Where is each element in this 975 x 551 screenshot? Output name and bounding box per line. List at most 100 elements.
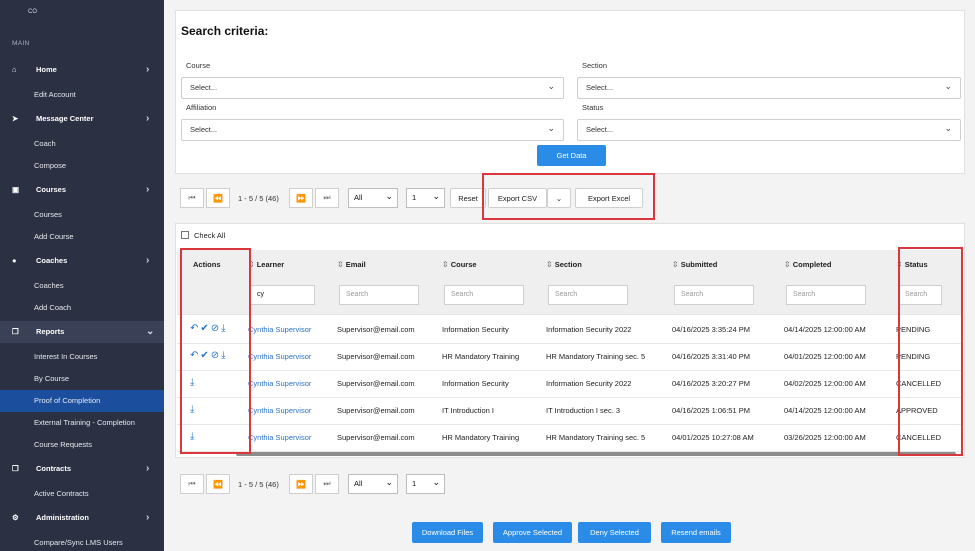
records-filter-select-bottom[interactable]: All ⌄ (348, 474, 398, 494)
cell-learner[interactable]: Cynthia Supervisor (248, 406, 311, 415)
sidebar-item-edit-account[interactable]: Edit Account (0, 84, 164, 106)
column-header-section[interactable]: ⇳ Section (546, 260, 582, 269)
cell-course: Information Security (442, 325, 509, 334)
chevron-right-icon: › (146, 113, 150, 124)
results-card: Check All Actions ⇳ Learner cy ⇳ Email Search ⇳… (175, 223, 965, 458)
brand-logo: CO (28, 9, 37, 15)
chevron-right-icon: › (146, 255, 150, 266)
page-select-bottom[interactable]: 1 ⌄ (406, 474, 445, 494)
sidebar-item-compose[interactable]: Compose (0, 155, 164, 177)
chevron-down-icon: ⌄ (432, 477, 440, 487)
deny-selected-button[interactable]: Deny Selected (578, 522, 651, 543)
column-header-course[interactable]: ⇳ Course (442, 260, 477, 269)
next-page-button-bottom[interactable]: ⏩ (289, 474, 313, 494)
sidebar-item-label: Coach (34, 139, 56, 148)
sidebar-item-add-course[interactable]: Add Course (0, 226, 164, 248)
sidebar: CO MAIN ⌂ Home › Edit Account ➤ Message Cente… (0, 0, 164, 551)
get-data-button[interactable]: Get Data (537, 145, 606, 166)
chevron-down-icon: ⌄ (555, 193, 563, 203)
status-select[interactable]: Select... ⌄ (577, 119, 961, 141)
pager-info: 1 - 5 / 5 (46) (238, 194, 279, 203)
chevron-down-icon: ⌄ (432, 191, 440, 201)
sidebar-item-interest-in-courses[interactable]: Interest In Courses (0, 346, 164, 368)
course-select[interactable]: Select... ⌄ (181, 77, 564, 99)
column-header-completed[interactable]: ⇳ Completed (784, 260, 831, 269)
cell-learner[interactable]: Cynthia Supervisor (248, 433, 311, 442)
sidebar-item-label: Add Course (34, 232, 74, 241)
column-header-learner[interactable]: ⇳ Learner (248, 260, 284, 269)
sidebar-section-administration[interactable]: ⚙ Administration › (0, 507, 164, 529)
sidebar-item-active-contracts[interactable]: Active Contracts (0, 483, 164, 505)
resend-emails-button[interactable]: Resend emails (661, 522, 731, 543)
cell-submitted: 04/01/2025 10:27:08 AM (672, 433, 754, 442)
cell-email: Supervisor@email.com (337, 352, 415, 361)
section-select[interactable]: Select... ⌄ (577, 77, 961, 99)
sort-icon: ⇳ (337, 260, 344, 269)
pager-info-bottom: 1 - 5 / 5 (46) (238, 480, 279, 489)
sidebar-item-label: External Training - Completion (34, 418, 135, 427)
export-csv-button[interactable]: Export CSV (488, 188, 547, 208)
sidebar-item-label: Proof of Completion (34, 396, 101, 405)
home-icon: ⌂ (12, 65, 17, 74)
cell-email: Supervisor@email.com (337, 433, 415, 442)
cell-completed: 04/02/2025 12:00:00 AM (784, 379, 866, 388)
next-page-button[interactable]: ⏩ (289, 188, 313, 208)
sidebar-item-compare-sync-lms-users[interactable]: Compare/Sync LMS Users (0, 532, 164, 551)
last-page-button[interactable]: ⏭ (315, 188, 339, 208)
export-excel-button[interactable]: Export Excel (575, 188, 643, 208)
search-input-email[interactable]: Search (339, 285, 419, 305)
status-label: Status (582, 103, 604, 112)
affiliation-select[interactable]: Select... ⌄ (181, 119, 564, 141)
search-input-section[interactable]: Search (548, 285, 628, 305)
sidebar-section-courses[interactable]: ▣ Courses › (0, 179, 164, 201)
sidebar-item-course-requests[interactable]: Course Requests (0, 434, 164, 456)
sidebar-item-by-course[interactable]: By Course (0, 368, 164, 390)
sort-icon: ⇳ (672, 260, 679, 269)
search-input-completed[interactable]: Search (786, 285, 866, 305)
cell-learner[interactable]: Cynthia Supervisor (248, 325, 311, 334)
copy-icon: ❐ (12, 464, 19, 473)
chevron-right-icon: › (146, 64, 150, 75)
column-header-label: Learner (256, 260, 285, 269)
cell-learner[interactable]: Cynthia Supervisor (248, 379, 311, 388)
horizontal-scrollbar[interactable] (236, 452, 956, 456)
first-page-button-bottom[interactable]: ⏮ (180, 474, 204, 494)
approve-selected-button[interactable]: Approve Selected (493, 522, 572, 543)
sidebar-section-message-center[interactable]: ➤ Message Center › (0, 108, 164, 130)
chevron-down-icon: ⌄ (944, 123, 952, 133)
sidebar-item-label: Add Coach (34, 303, 72, 312)
search-input-course[interactable]: Search (444, 285, 524, 305)
sidebar-section-reports[interactable]: ❐ Reports ⌄ (0, 321, 164, 343)
reset-button[interactable]: Reset (450, 188, 486, 208)
sidebar-section-home[interactable]: ⌂ Home › (0, 59, 164, 81)
sidebar-item-courses[interactable]: Courses (0, 204, 164, 226)
sidebar-item-coaches[interactable]: Coaches (0, 275, 164, 297)
save-icon: ▣ (12, 185, 20, 194)
sidebar-item-proof-of-completion[interactable]: Proof of Completion (0, 390, 164, 412)
prev-page-button-bottom[interactable]: ⏪ (206, 474, 230, 494)
sort-icon: ⇳ (442, 260, 449, 269)
sidebar-item-add-coach[interactable]: Add Coach (0, 297, 164, 319)
cell-learner[interactable]: Cynthia Supervisor (248, 352, 311, 361)
check-all-checkbox[interactable] (181, 231, 189, 239)
first-page-button[interactable]: ⏮ (180, 188, 204, 208)
prev-page-button[interactable]: ⏪ (206, 188, 230, 208)
sidebar-section-contracts[interactable]: ❐ Contracts › (0, 458, 164, 480)
search-input-learner[interactable]: cy (250, 285, 315, 305)
gear-icon: ⚙ (12, 513, 19, 522)
section-label: Section (582, 61, 608, 70)
page-select[interactable]: 1 ⌄ (406, 188, 445, 208)
sidebar-section-coaches[interactable]: ● Coaches › (0, 250, 164, 272)
export-csv-dropdown[interactable]: ⌄ (547, 188, 571, 208)
download-files-button[interactable]: Download Files (412, 522, 483, 543)
cell-section: HR Mandatory Training sec. 5 (546, 352, 646, 361)
column-header-submitted[interactable]: ⇳ Submitted (672, 260, 717, 269)
last-page-button-bottom[interactable]: ⏭ (315, 474, 339, 494)
search-input-submitted[interactable]: Search (674, 285, 754, 305)
records-filter-select[interactable]: All ⌄ (348, 188, 398, 208)
chevron-right-icon: › (146, 184, 150, 195)
sidebar-item-coach[interactable]: Coach (0, 133, 164, 155)
sidebar-item-external-training-completion[interactable]: External Training - Completion (0, 412, 164, 434)
column-header-email[interactable]: ⇳ Email (337, 260, 366, 269)
user-icon: ● (12, 256, 17, 265)
